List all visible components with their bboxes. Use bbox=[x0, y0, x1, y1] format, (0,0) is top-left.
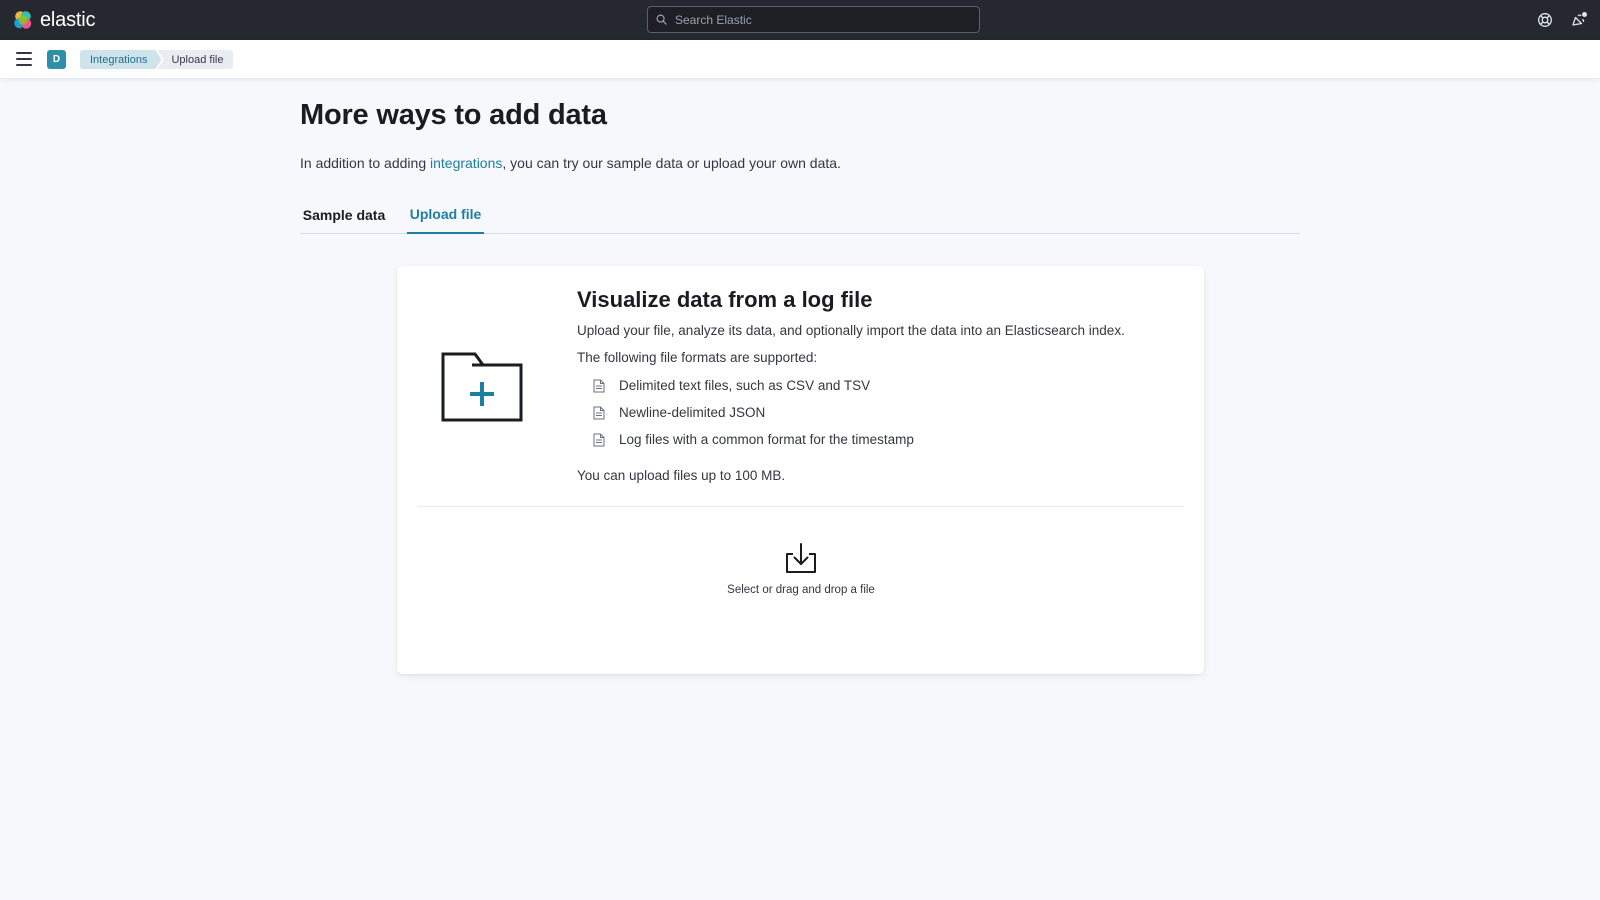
global-search[interactable] bbox=[647, 6, 980, 33]
panel-description: Upload your file, analyze its data, and … bbox=[577, 323, 1125, 338]
help-button[interactable] bbox=[1536, 11, 1554, 29]
intro-text: In addition to adding integrations, you … bbox=[300, 155, 841, 171]
folder-add-icon bbox=[441, 352, 523, 422]
tab-upload-file[interactable]: Upload file bbox=[407, 196, 484, 234]
tab-sample-data[interactable]: Sample data bbox=[300, 196, 388, 234]
data-tabs: Sample data Upload file bbox=[300, 196, 1300, 234]
hamburger-icon-line bbox=[16, 52, 32, 54]
hamburger-icon-line bbox=[16, 58, 32, 60]
top-header: elastic bbox=[0, 0, 1600, 40]
breadcrumb-integrations[interactable]: Integrations bbox=[80, 50, 161, 69]
breadcrumb-upload-file: Upload file bbox=[157, 50, 234, 69]
document-icon bbox=[593, 433, 605, 446]
navigation-menu-button[interactable] bbox=[16, 52, 32, 66]
format-label: Newline-delimited JSON bbox=[619, 405, 766, 420]
space-avatar[interactable]: D bbox=[47, 50, 66, 69]
panel-divider bbox=[418, 506, 1184, 507]
dropzone-label: Select or drag and drop a file bbox=[727, 584, 875, 596]
document-icon bbox=[593, 406, 605, 419]
newsfeed-button[interactable] bbox=[1570, 11, 1588, 29]
formats-intro: The following file formats are supported… bbox=[577, 350, 818, 365]
format-label: Delimited text files, such as CSV and TS… bbox=[619, 378, 871, 393]
intro-text-end: , you can try our sample data or upload … bbox=[502, 155, 841, 171]
breadcrumb: Integrations Upload file bbox=[80, 50, 234, 69]
search-input[interactable] bbox=[675, 12, 965, 27]
list-item: Delimited text files, such as CSV and TS… bbox=[593, 372, 914, 399]
integrations-link[interactable]: integrations bbox=[430, 155, 502, 171]
document-icon bbox=[593, 379, 605, 392]
elastic-logo[interactable]: elastic bbox=[12, 8, 95, 32]
format-label: Log files with a common format for the t… bbox=[619, 432, 914, 447]
upload-size-limit: You can upload files up to 100 MB. bbox=[577, 468, 786, 483]
import-icon bbox=[786, 543, 816, 573]
list-item: Newline-delimited JSON bbox=[593, 399, 914, 426]
brand-name: elastic bbox=[40, 8, 96, 31]
hamburger-icon-line bbox=[16, 64, 32, 66]
newsfeed-icon bbox=[1572, 12, 1587, 26]
panel-title: Visualize data from a log file bbox=[577, 287, 873, 312]
file-dropzone[interactable]: Select or drag and drop a file bbox=[418, 526, 1184, 626]
list-item: Log files with a common format for the t… bbox=[593, 426, 914, 453]
elastic-logo-icon bbox=[14, 11, 32, 29]
upload-file-panel: Visualize data from a log file Upload yo… bbox=[397, 266, 1204, 674]
page-title: More ways to add data bbox=[300, 99, 607, 131]
breadcrumb-bar: D Integrations Upload file bbox=[0, 40, 1600, 79]
help-icon bbox=[1538, 13, 1552, 27]
format-list: Delimited text files, such as CSV and TS… bbox=[593, 372, 914, 453]
intro-text-start: In addition to adding bbox=[300, 155, 430, 171]
search-icon bbox=[656, 14, 667, 25]
